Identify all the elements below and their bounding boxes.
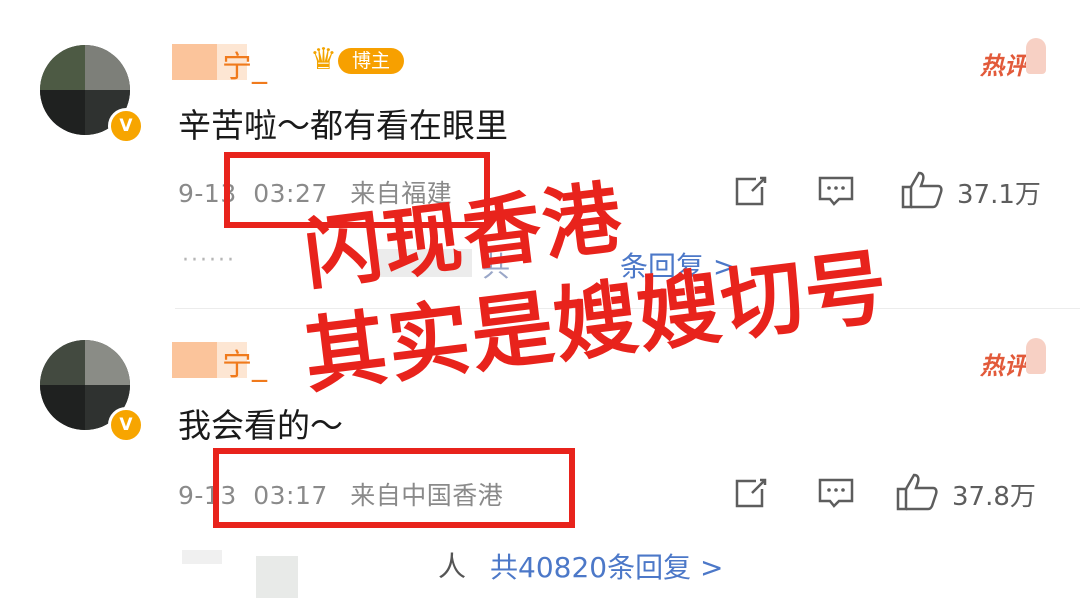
replier-name: 人 (438, 550, 467, 583)
share-button[interactable] (732, 174, 768, 208)
view-replies-link[interactable]: 共40820条回复 > (490, 546, 723, 586)
share-button[interactable] (732, 476, 768, 510)
like-count: 37.8万 (952, 482, 1036, 512)
like-button[interactable] (895, 472, 939, 512)
hot-comment-badge: 热评 (980, 52, 1028, 80)
comment-text: 我会看的～ (178, 406, 343, 445)
blogger-badge: ♛ 博主 (310, 43, 406, 77)
like-count: 37.1万 (957, 180, 1041, 210)
username-mosaic (172, 342, 217, 378)
share-icon (735, 176, 767, 206)
flame-icon (1026, 38, 1046, 74)
hot-comment-badge: 热评 (980, 352, 1028, 380)
thumbs-up-icon (896, 473, 938, 511)
comment-icon (818, 478, 854, 508)
username-mosaic (172, 44, 217, 80)
comment-text: 辛苦啦～都有看在眼里 (178, 106, 508, 145)
replier-avatars-mosaic (256, 556, 298, 598)
replier-avatars-mosaic (182, 550, 222, 564)
verified-badge-icon: V (108, 108, 144, 144)
blogger-badge-label: 博主 (338, 48, 404, 74)
like-button[interactable] (900, 170, 944, 210)
comment-button[interactable] (817, 477, 855, 509)
flame-icon (1026, 338, 1046, 374)
share-icon (735, 478, 767, 508)
thumbs-up-icon (901, 171, 943, 209)
username[interactable]: 宁_ (222, 340, 267, 384)
more-dots: ······ (182, 248, 236, 273)
comment-button[interactable] (817, 175, 855, 207)
highlight-box (213, 448, 575, 528)
username[interactable]: 宁_ (222, 42, 267, 86)
verified-badge-icon: V (108, 407, 144, 443)
comment-icon (818, 176, 854, 206)
